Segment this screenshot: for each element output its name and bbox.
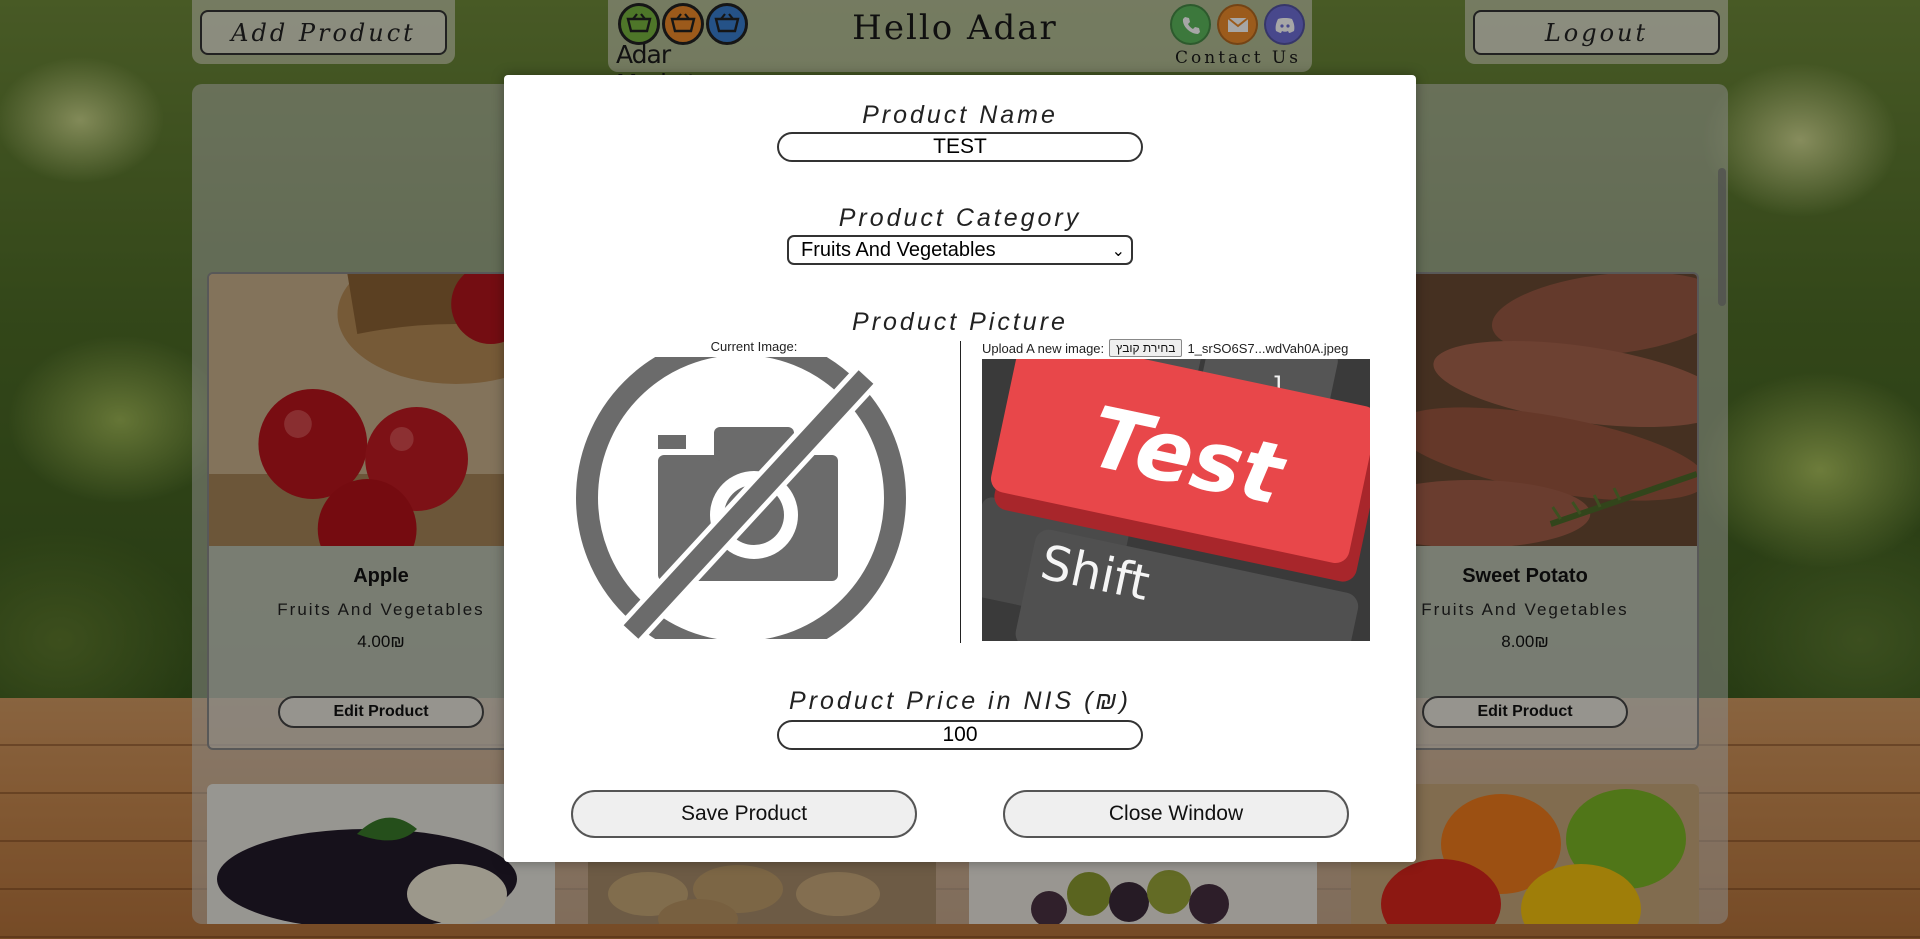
upload-label: Upload A new image: (982, 340, 1105, 356)
save-product-button[interactable]: Save Product (571, 790, 917, 838)
upload-filename: 1_srSO6S7...wdVah0A.jpeg (1187, 340, 1349, 356)
product-category-select[interactable]: Fruits And Vegetables ⌄ (787, 235, 1133, 265)
product-price-input[interactable] (777, 720, 1143, 750)
product-price-label: Product Price in NIS (₪) (789, 687, 1131, 715)
product-picture-label: Product Picture (852, 308, 1068, 336)
new-image-preview: ] Shift Test (982, 359, 1370, 641)
chevron-down-icon: ⌄ (1111, 243, 1125, 260)
product-category-selected: Fruits And Vegetables (801, 238, 996, 261)
current-image-label: Current Image: (710, 339, 798, 354)
product-name-input[interactable] (777, 132, 1143, 162)
product-name-label: Product Name (862, 101, 1058, 129)
close-window-button[interactable]: Close Window (1003, 790, 1349, 838)
edit-product-modal: Product Name Product Category Fruits And… (504, 75, 1416, 862)
choose-file-button[interactable]: בחירת קובץ (1109, 339, 1183, 357)
no-camera-icon (576, 357, 906, 639)
upload-row: Upload A new image: בחירת קובץ 1_srSO6S7… (982, 339, 1348, 357)
image-divider (960, 341, 961, 643)
product-category-label: Product Category (838, 204, 1082, 232)
